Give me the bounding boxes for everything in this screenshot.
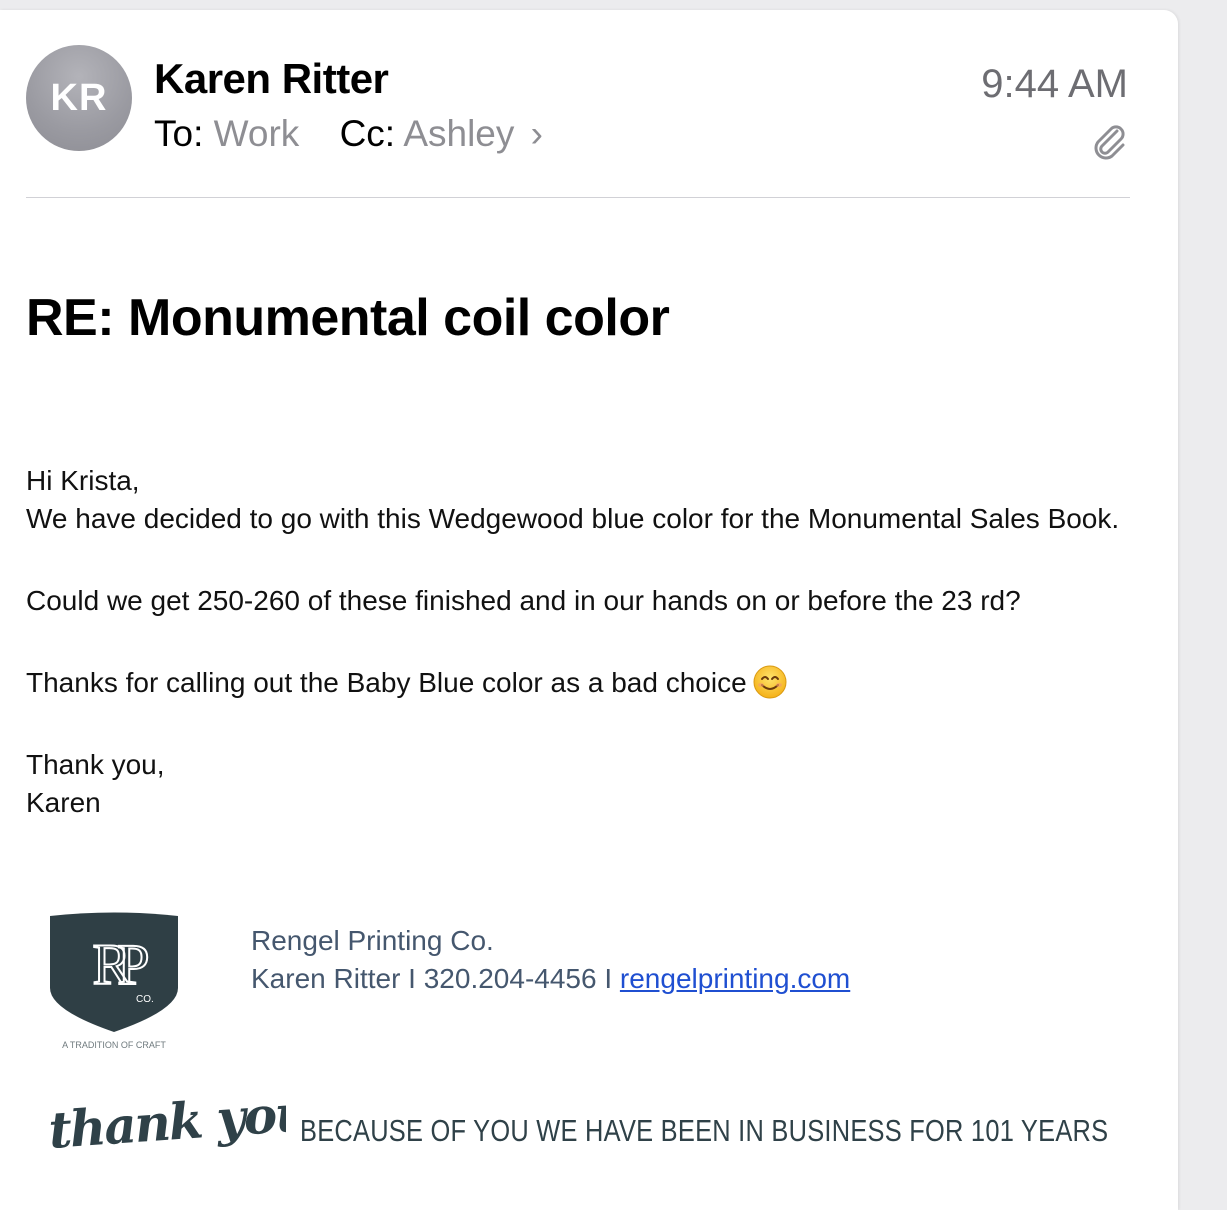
logo-co: CO. xyxy=(136,994,154,1005)
signature-block: Rengel Printing Co. Karen Ritter I 320.2… xyxy=(251,922,850,998)
email-body: Hi Krista, We have decided to go with th… xyxy=(26,462,1136,822)
rengel-printing-logo: RP CO. A TRADITION OF CRAFT xyxy=(50,912,178,1050)
body-paragraph-3-text: Thanks for calling out the Baby Blue col… xyxy=(26,667,747,698)
thank-you-script-image: thank you xyxy=(47,1092,286,1160)
avatar[interactable]: KR xyxy=(26,45,132,151)
paperclip-icon[interactable] xyxy=(1090,122,1128,162)
cc-recipient[interactable]: Ashley xyxy=(403,113,514,154)
signoff: Karen xyxy=(26,787,101,818)
signature-contact: Karen Ritter I 320.204-4456 I xyxy=(251,963,613,994)
email-time: 9:44 AM xyxy=(981,62,1128,106)
smiling-face-emoji-icon xyxy=(753,665,787,699)
signature-contact-line: Karen Ritter I 320.204-4456 I rengelprin… xyxy=(251,960,850,998)
to-label: To: xyxy=(154,113,204,154)
email-view: KR Karen Ritter To: Work Cc: Ashley › 9:… xyxy=(0,10,1178,1210)
website-link[interactable]: rengelprinting.com xyxy=(620,963,850,994)
to-recipient[interactable]: Work xyxy=(214,113,300,154)
header-divider xyxy=(26,197,1130,198)
body-paragraph-3: Thanks for calling out the Baby Blue col… xyxy=(26,664,1136,702)
signature-company: Rengel Printing Co. xyxy=(251,925,494,956)
email-subject: RE: Monumental coil color xyxy=(26,289,670,347)
greeting: Hi Krista, xyxy=(26,465,140,496)
avatar-initials: KR xyxy=(50,76,108,119)
chevron-right-icon[interactable]: › xyxy=(531,113,543,154)
recipients-line[interactable]: To: Work Cc: Ashley › xyxy=(154,113,543,155)
body-paragraph-1: We have decided to go with this Wedgewoo… xyxy=(26,503,1120,534)
closing: Thank you, xyxy=(26,749,165,780)
thank-you-banner: BECAUSE OF YOU WE HAVE BEEN IN BUSINESS … xyxy=(300,1113,1109,1148)
thank-you-script: thank you xyxy=(47,1092,286,1160)
logo-tagline: A TRADITION OF CRAFT xyxy=(62,1040,166,1050)
cc-label: Cc: xyxy=(339,113,396,154)
body-paragraph-2: Could we get 250-260 of these finished a… xyxy=(26,585,1021,616)
sender-name[interactable]: Karen Ritter xyxy=(154,55,389,103)
